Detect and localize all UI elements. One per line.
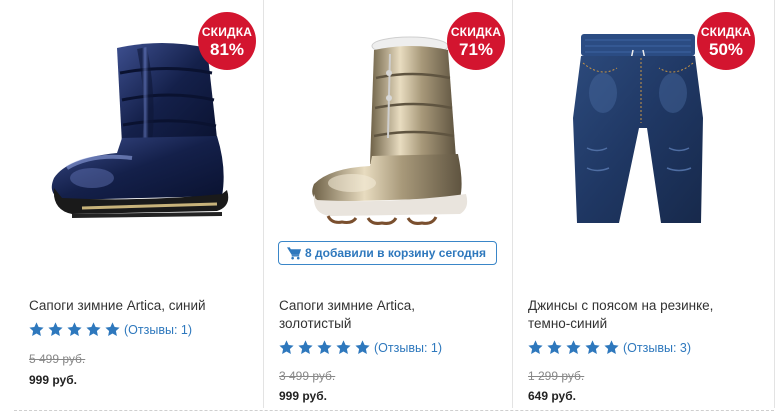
product-card[interactable]: СКИДКА 81% Сапоги зимние Artica, синий (…	[14, 0, 263, 408]
star-icon	[67, 322, 82, 337]
reviews-link[interactable]: (Отзывы: 1)	[124, 323, 192, 337]
old-price: 5 499 руб.	[29, 352, 86, 366]
discount-value: 71%	[458, 40, 494, 59]
star-icon	[279, 340, 294, 355]
badge-label: СКИДКА	[450, 25, 502, 39]
star-icon	[317, 340, 332, 355]
product-title[interactable]: Сапоги зимние Artica, золотистый	[279, 297, 415, 333]
shopping-cart-icon	[287, 247, 302, 260]
star-icon	[528, 340, 543, 355]
product-title[interactable]: Джинсы с поясом на резинке, темно-синий	[528, 297, 713, 333]
product-title-line-2: темно-синий	[528, 316, 608, 331]
row-divider	[14, 410, 774, 411]
product-title-line-1: Сапоги зимние Artica,	[279, 298, 415, 313]
discount-badge: СКИДКА 71%	[447, 12, 505, 70]
discount-value: 50%	[708, 40, 744, 59]
star-icon	[105, 322, 120, 337]
product-card[interactable]: СКИДКА 71% Сапоги зимние Artica, золотис…	[264, 0, 513, 408]
old-price: 1 299 руб.	[528, 369, 585, 383]
star-icon	[604, 340, 619, 355]
discount-badge: СКИДКА 81%	[198, 12, 256, 70]
rating[interactable]: (Отзывы: 1)	[28, 321, 192, 339]
reviews-link[interactable]: (Отзывы: 1)	[374, 341, 442, 355]
product-title-line-1: Джинсы с поясом на резинке,	[528, 298, 714, 313]
rating[interactable]: (Отзывы: 1)	[278, 339, 442, 357]
price: 999 руб.	[279, 389, 327, 403]
column-divider	[774, 0, 775, 408]
added-to-cart-note: 8 добавили в корзину сегодня	[278, 241, 497, 265]
product-grid: СКИДКА 81% Сапоги зимние Artica, синий (…	[0, 0, 783, 416]
star-icon	[48, 322, 63, 337]
star-icon	[566, 340, 581, 355]
star-icon	[585, 340, 600, 355]
star-icon	[29, 322, 44, 337]
discount-value: 81%	[209, 40, 245, 59]
reviews-link[interactable]: (Отзывы: 3)	[623, 341, 691, 355]
star-icon	[298, 340, 313, 355]
star-icon	[355, 340, 370, 355]
price: 649 руб.	[528, 389, 576, 403]
star-icon	[547, 340, 562, 355]
product-card[interactable]: СКИДКА 50% Джинсы с поясом на резинке, т…	[513, 0, 762, 408]
rating[interactable]: (Отзывы: 3)	[527, 339, 691, 357]
added-to-cart-text: 8 добавили в корзину сегодня	[305, 246, 487, 260]
product-title[interactable]: Сапоги зимние Artica, синий	[29, 297, 206, 315]
badge-label: СКИДКА	[700, 25, 752, 39]
star-icon	[336, 340, 351, 355]
badge-label: СКИДКА	[201, 25, 253, 39]
star-icon	[86, 322, 101, 337]
product-title-line-2: золотистый	[279, 316, 352, 331]
old-price: 3 499 руб.	[279, 369, 336, 383]
discount-badge: СКИДКА 50%	[697, 12, 755, 70]
price: 999 руб.	[29, 373, 77, 387]
